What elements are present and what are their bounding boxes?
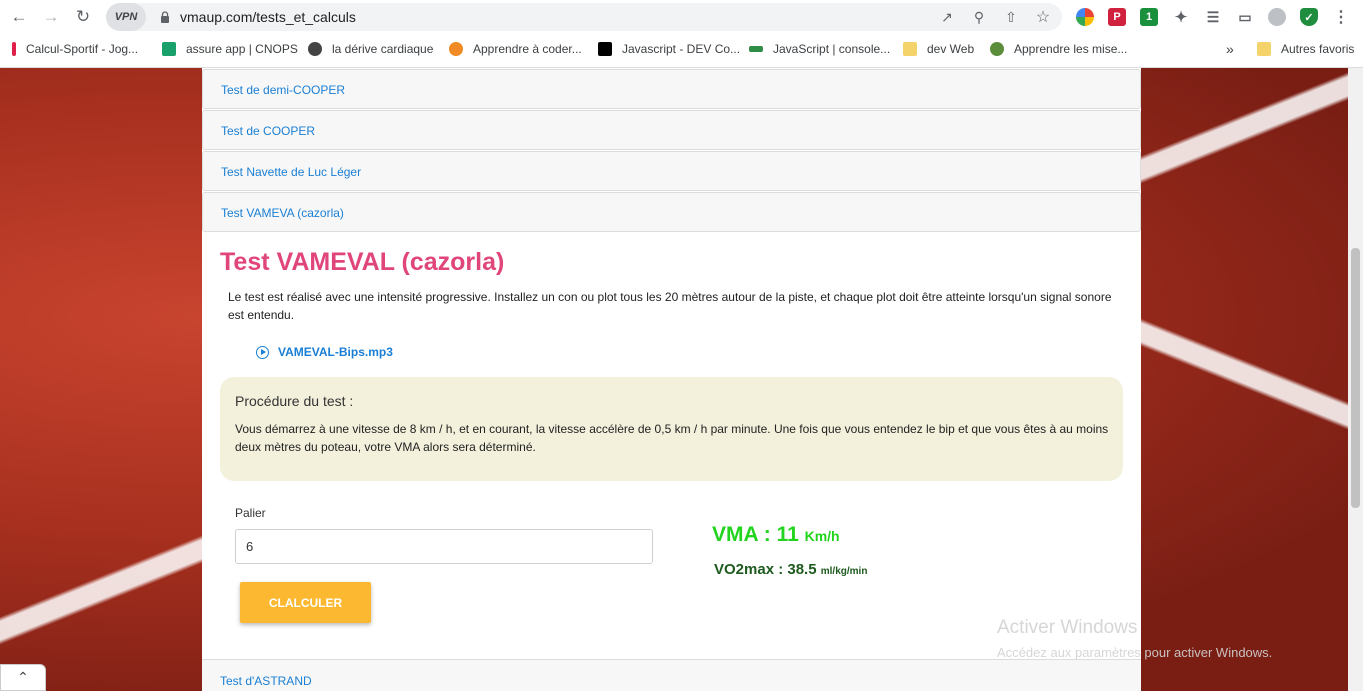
zoom-icon[interactable]: ⚲ — [970, 8, 988, 26]
main-content: Test de demi-COOPER Test de COOPER Test … — [202, 68, 1141, 691]
back-icon[interactable]: ← — [8, 6, 30, 28]
bookmark-item[interactable]: Apprendre les mise... — [990, 40, 1127, 58]
scrollbar-thumb[interactable] — [1351, 248, 1360, 508]
accordion-item-luc-leger[interactable]: Test Navette de Luc Léger — [202, 151, 1141, 191]
scroll-to-top-button[interactable]: ⌃ — [0, 664, 46, 691]
audio-download-link[interactable]: VAMEVAL-Bips.mp3 — [256, 345, 393, 359]
side-panel-icon[interactable]: ▭ — [1236, 8, 1254, 26]
accordion-item-demi-cooper[interactable]: Test de demi-COOPER — [202, 69, 1141, 109]
extension-green-icon[interactable]: 1 — [1140, 8, 1158, 26]
bookmark-favicon-icon — [449, 42, 463, 56]
bookmark-favicon-icon — [162, 42, 176, 56]
play-icon — [256, 345, 269, 359]
procedure-box: Procédure du test : Vous démarrez à une … — [220, 377, 1123, 481]
forward-icon[interactable]: → — [40, 6, 62, 28]
browser-toolbar: ← → ↻ VPN vmaup.com/tests_et_calculs ↗ ⚲… — [0, 0, 1363, 34]
bookmark-item[interactable]: assure app | CNOPS — [162, 40, 298, 58]
test-description: Le test est réalisé avec une intensité p… — [228, 290, 1112, 322]
shield-icon[interactable]: ✓ — [1300, 8, 1318, 26]
bookmark-star-icon[interactable]: ☆ — [1034, 8, 1052, 26]
menu-kebab-icon[interactable]: ⋮ — [1332, 8, 1350, 26]
chevron-up-icon: ⌃ — [17, 669, 29, 685]
url-text[interactable]: vmaup.com/tests_et_calculs — [180, 9, 356, 25]
vma-result: VMA : 11 Km/h — [712, 523, 840, 546]
bookmark-favicon-icon — [598, 42, 612, 56]
profile-avatar-icon[interactable] — [1268, 8, 1286, 26]
palier-input[interactable] — [235, 529, 653, 564]
bookmark-favicon-icon — [990, 42, 1004, 56]
bookmark-item[interactable]: Javascript - DEV Co... — [598, 40, 740, 58]
extensions-puzzle-icon[interactable]: ✦ — [1172, 8, 1190, 26]
palier-label: Palier — [235, 506, 266, 520]
bookmark-item[interactable]: Apprendre à coder... — [449, 40, 582, 58]
page-scrollbar[interactable] — [1348, 68, 1363, 691]
panel-title: Test VAMEVAL (cazorla) — [220, 248, 505, 276]
extension-color-icon[interactable] — [1076, 8, 1094, 26]
calculate-button[interactable]: CLALCULER — [240, 582, 371, 623]
browser-chrome: ← → ↻ VPN vmaup.com/tests_et_calculs ↗ ⚲… — [0, 0, 1363, 68]
open-in-app-icon[interactable]: ↗ — [938, 8, 956, 26]
folder-icon — [1257, 42, 1271, 56]
accordion-item-cooper[interactable]: Test de COOPER — [202, 110, 1141, 150]
accordion-item-vameva[interactable]: Test VAMEVA (cazorla) — [202, 192, 1141, 232]
folder-icon — [903, 42, 917, 56]
bookmark-item[interactable]: Calcul-Sportif - Jog... — [12, 40, 138, 58]
vo2max-result: VO2max : 38.5 ml/kg/min — [714, 561, 868, 578]
media-queue-icon[interactable]: ☰ — [1204, 8, 1222, 26]
share-icon[interactable]: ⇧ — [1002, 8, 1020, 26]
bookmark-favicon-icon — [749, 46, 763, 52]
bookmark-item[interactable]: JavaScript | console... — [749, 40, 890, 58]
bookmark-favicon-icon — [308, 42, 322, 56]
vpn-icon[interactable]: VPN — [106, 3, 146, 31]
bookmark-item[interactable]: la dérive cardiaque — [308, 40, 433, 58]
procedure-text: Vous démarrez à une vitesse de 8 km / h,… — [235, 422, 1109, 454]
lock-icon[interactable] — [160, 11, 170, 23]
bookmark-item[interactable]: dev Web — [903, 40, 974, 58]
page-background: Test de demi-COOPER Test de COOPER Test … — [0, 68, 1348, 691]
accordion-item-astrand[interactable]: Test d'ASTRAND — [202, 659, 1141, 691]
more-bookmarks-icon[interactable]: » — [1226, 40, 1234, 58]
reload-icon[interactable]: ↻ — [72, 6, 94, 28]
bookmark-favicon-icon — [12, 42, 16, 56]
extension-pocket-icon[interactable]: P — [1108, 8, 1126, 26]
address-bar[interactable]: VPN vmaup.com/tests_et_calculs ↗ ⚲ ⇧ ☆ — [106, 3, 1062, 31]
bookmarks-bar: Calcul-Sportif - Jog... assure app | CNO… — [0, 34, 1363, 64]
procedure-title: Procédure du test : — [235, 393, 354, 409]
other-bookmarks-folder[interactable]: Autres favoris — [1257, 40, 1354, 58]
windows-activation-watermark: Activer Windows Accédez aux paramètres p… — [997, 617, 1273, 660]
